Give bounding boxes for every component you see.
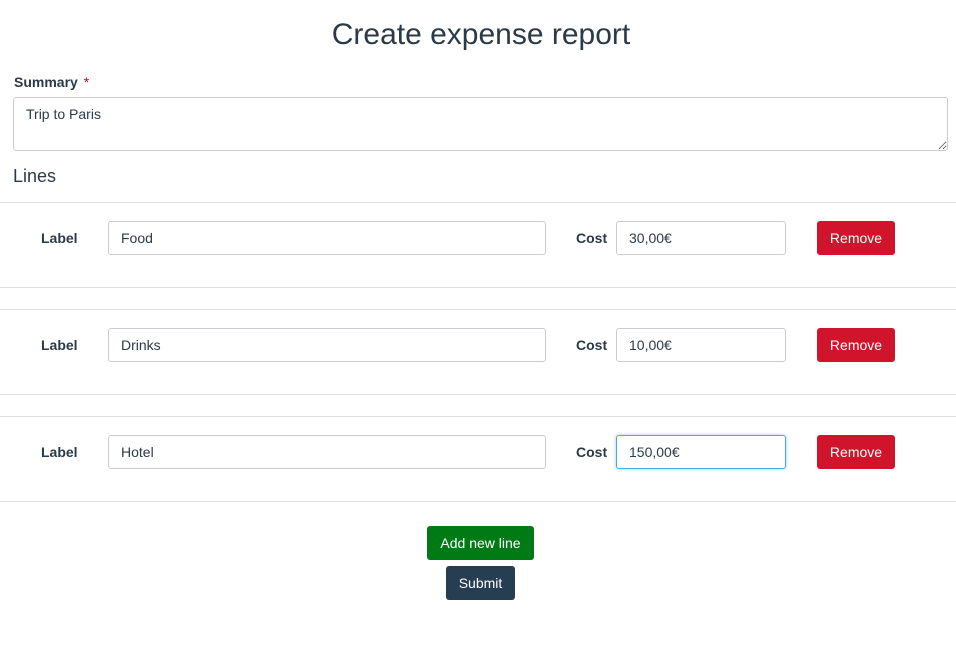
line-label-caption: Label [41,444,78,460]
page-title: Create expense report [331,18,631,51]
line-label-caption: Label [41,337,78,353]
expense-report-page: Create expense report Summary * Trip to … [0,0,956,645]
expense-line: Label Cost Remove [0,416,956,502]
line-cost-input[interactable] [616,328,786,362]
remove-line-button[interactable]: Remove [817,435,895,469]
required-marker: * [83,74,90,90]
line-cost-caption: Cost [576,230,608,246]
line-cost-input[interactable] [616,221,786,255]
line-cost-input[interactable] [616,435,786,469]
expense-line: Label Cost Remove [0,309,956,395]
line-label-input[interactable] [108,435,546,469]
summary-label: Summary * [14,74,89,90]
line-label-input[interactable] [108,221,546,255]
line-label-input[interactable] [108,328,546,362]
remove-line-button[interactable]: Remove [817,328,895,362]
submit-button[interactable]: Submit [446,566,515,600]
line-cost-caption: Cost [576,444,608,460]
line-label-caption: Label [41,230,78,246]
remove-line-button[interactable]: Remove [817,221,895,255]
expense-line: Label Cost Remove [0,202,956,288]
add-new-line-button[interactable]: Add new line [427,526,534,560]
summary-label-text: Summary [14,74,78,90]
line-cost-caption: Cost [576,337,608,353]
summary-textarea[interactable]: Trip to Paris [13,97,948,151]
lines-heading: Lines [13,166,57,186]
